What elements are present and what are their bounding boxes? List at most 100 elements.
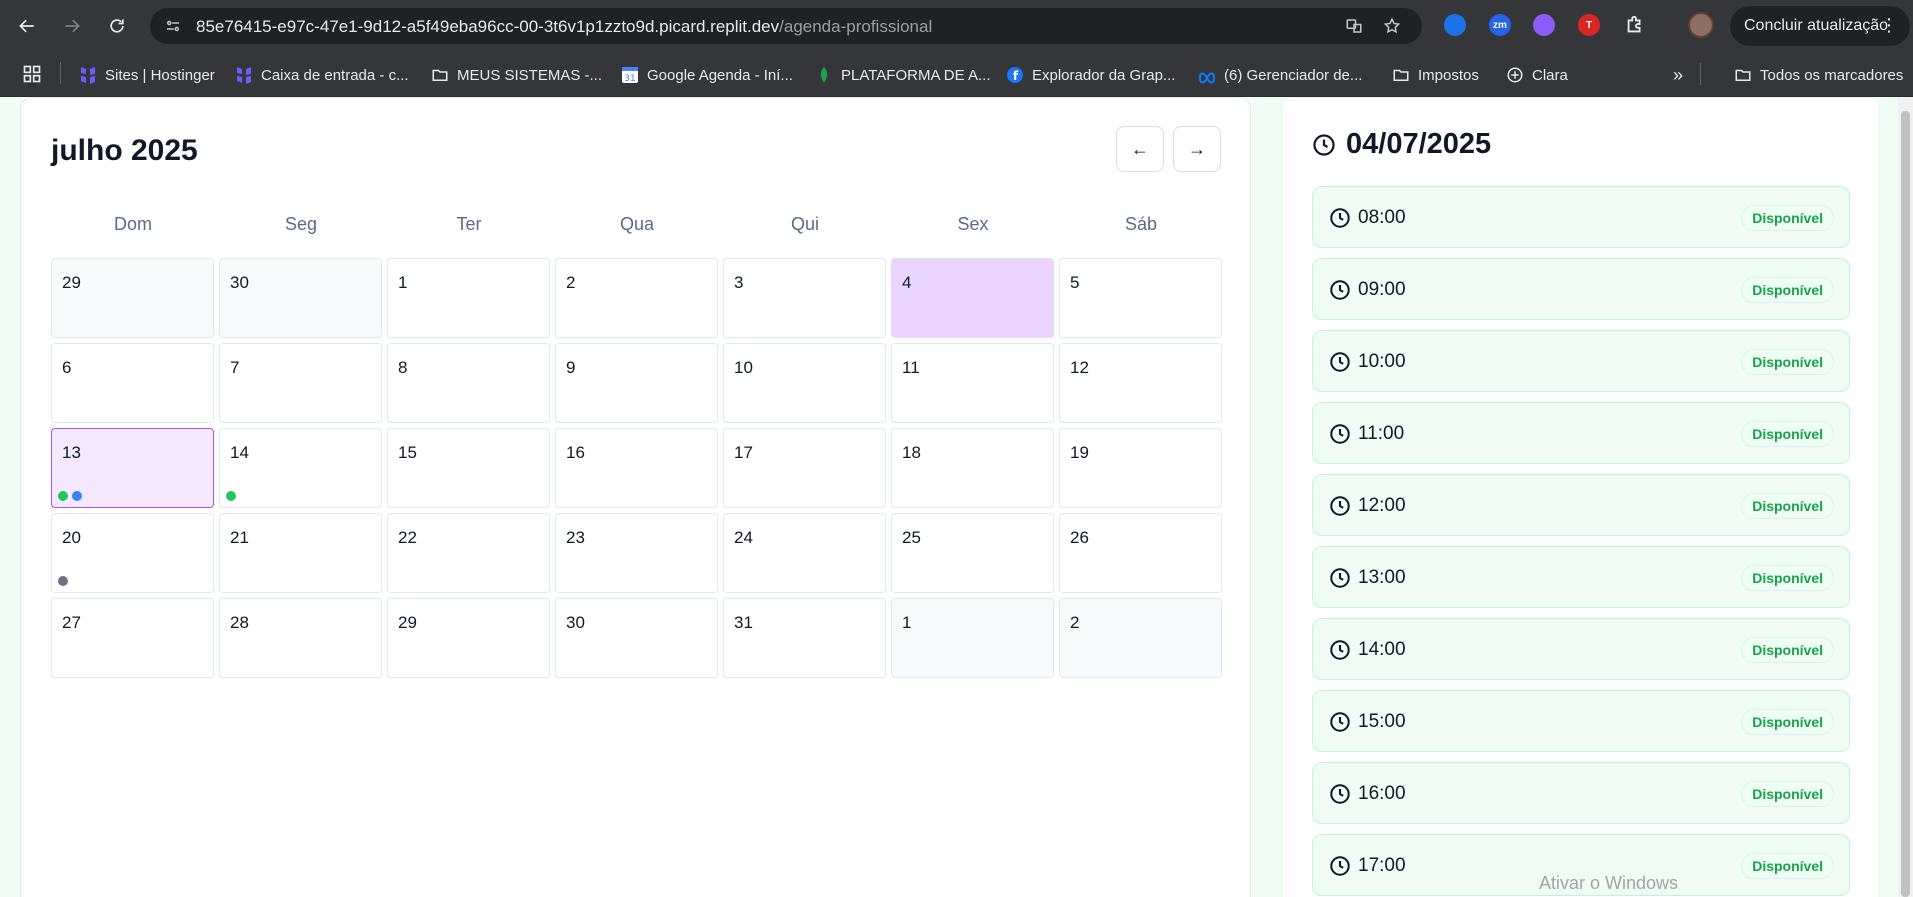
time-slot[interactable]: 08:00 Disponível xyxy=(1312,186,1850,248)
scrollbar-thumb[interactable] xyxy=(1901,111,1910,897)
next-month-button[interactable]: → xyxy=(1173,126,1221,172)
time-slot[interactable]: 09:00 Disponível xyxy=(1312,258,1850,320)
day-cell[interactable]: 28 xyxy=(219,598,382,678)
more-bookmarks-button[interactable]: » xyxy=(1673,63,1683,87)
day-cell[interactable]: 6 xyxy=(51,343,214,423)
bookmark-label: Sites | Hostinger xyxy=(105,66,215,84)
day-cell[interactable]: 9 xyxy=(555,343,718,423)
day-cell[interactable]: 8 xyxy=(387,343,550,423)
bookmark-item[interactable]: Sites | Hostinger xyxy=(79,63,215,87)
bookmark-folder[interactable]: MEUS SISTEMAS -... xyxy=(431,63,602,87)
day-cell[interactable]: 10 xyxy=(723,343,886,423)
slot-time: 12:00 xyxy=(1358,495,1406,516)
bookmark-label: Google Agenda - Iní... xyxy=(647,66,793,84)
bookmark-item[interactable]: Clara xyxy=(1506,63,1568,87)
forward-button[interactable] xyxy=(57,11,87,41)
bookmark-folder[interactable]: Impostos xyxy=(1392,63,1479,87)
event-dots xyxy=(226,491,236,501)
bookmark-item[interactable]: (6) Gerenciador de... xyxy=(1198,63,1362,87)
arrow-right-icon xyxy=(65,19,80,33)
prev-month-button[interactable]: ← xyxy=(1116,126,1164,172)
t-extension-icon[interactable]: T xyxy=(1578,14,1600,36)
day-cell[interactable]: 25 xyxy=(891,513,1054,593)
day-number: 16 xyxy=(566,443,585,462)
reload-button[interactable] xyxy=(102,11,132,41)
slot-time: 17:00 xyxy=(1358,855,1406,876)
day-cell[interactable]: 27 xyxy=(51,598,214,678)
bookmark-item[interactable]: Caixa de entrada - c... xyxy=(235,63,409,87)
apps-grid-icon[interactable] xyxy=(22,64,42,84)
day-cell[interactable]: 1 xyxy=(891,598,1054,678)
address-bar[interactable]: 85e76415-e97c-47e1-9d12-a5f49eba96cc-00-… xyxy=(150,8,1422,44)
availability-badge: Disponível xyxy=(1741,853,1834,879)
meta-icon xyxy=(1198,66,1216,84)
day-number: 5 xyxy=(1070,273,1080,292)
day-cell[interactable]: 26 xyxy=(1059,513,1222,593)
day-number: 7 xyxy=(230,358,240,377)
day-cell[interactable]: 2 xyxy=(1059,598,1222,678)
day-cell[interactable]: 24 xyxy=(723,513,886,593)
bookmark-star-icon[interactable] xyxy=(1383,17,1401,35)
day-cell[interactable]: 2 xyxy=(555,258,718,338)
day-cell[interactable]: 19 xyxy=(1059,428,1222,508)
day-number: 2 xyxy=(1070,613,1080,632)
day-cell[interactable]: 1 xyxy=(387,258,550,338)
back-button[interactable] xyxy=(12,11,42,41)
day-cell[interactable]: 13 xyxy=(51,428,214,508)
folder-icon xyxy=(431,66,449,84)
bookmark-label: Clara xyxy=(1532,66,1568,84)
day-number: 22 xyxy=(398,528,417,547)
time-slot[interactable]: 14:00 Disponível xyxy=(1312,618,1850,680)
day-cell[interactable]: 30 xyxy=(555,598,718,678)
bookmark-item[interactable]: f Explorador da Grap... xyxy=(1006,63,1175,87)
time-slot[interactable]: 15:00 Disponível xyxy=(1312,690,1850,752)
puzzle-extensions-icon[interactable] xyxy=(1624,14,1646,36)
day-cell[interactable]: 12 xyxy=(1059,343,1222,423)
day-cell[interactable]: 20 xyxy=(51,513,214,593)
time-slot[interactable]: 13:00 Disponível xyxy=(1312,546,1850,608)
bookmark-item[interactable]: PLATAFORMA DE A... xyxy=(815,63,990,87)
day-number: 1 xyxy=(398,273,408,292)
translate-icon[interactable] xyxy=(1345,17,1363,35)
clock-icon xyxy=(1329,279,1351,301)
day-cell[interactable]: 7 xyxy=(219,343,382,423)
time-slot[interactable]: 12:00 Disponível xyxy=(1312,474,1850,536)
day-cell[interactable]: 16 xyxy=(555,428,718,508)
clock-icon xyxy=(1329,207,1351,229)
day-cell[interactable]: 17 xyxy=(723,428,886,508)
day-number: 11 xyxy=(902,358,920,377)
day-cell[interactable]: 22 xyxy=(387,513,550,593)
availability-badge: Disponível xyxy=(1741,709,1834,735)
bookmark-item[interactable]: 31 Google Agenda - Iní... xyxy=(621,63,793,87)
day-cell[interactable]: 5 xyxy=(1059,258,1222,338)
day-cell[interactable]: 3 xyxy=(723,258,886,338)
schedule-header: 04/07/2025 xyxy=(1312,128,1491,161)
day-cell[interactable]: 18 xyxy=(891,428,1054,508)
day-cell[interactable]: 11 xyxy=(891,343,1054,423)
day-cell[interactable]: 15 xyxy=(387,428,550,508)
circle-extension-icon[interactable] xyxy=(1444,14,1466,36)
bookmark-label: Caixa de entrada - c... xyxy=(261,66,409,84)
day-cell[interactable]: 29 xyxy=(51,258,214,338)
zoom-extension-icon[interactable]: zm xyxy=(1489,14,1511,36)
day-number: 29 xyxy=(398,613,417,632)
update-button[interactable]: Concluir atualização ⋮ xyxy=(1730,6,1910,46)
day-number: 29 xyxy=(62,273,81,292)
day-cell[interactable]: 29 xyxy=(387,598,550,678)
time-slot[interactable]: 11:00 Disponível xyxy=(1312,402,1850,464)
day-cell[interactable]: 14 xyxy=(219,428,382,508)
weekday-label: Qui xyxy=(790,214,819,234)
day-cell[interactable]: 4 xyxy=(891,258,1054,338)
menu-dots-icon[interactable]: ⋮ xyxy=(1880,15,1898,36)
site-settings-icon[interactable] xyxy=(164,17,182,35)
day-cell[interactable]: 21 xyxy=(219,513,382,593)
day-cell[interactable]: 30 xyxy=(219,258,382,338)
all-bookmarks-folder[interactable]: Todos os marcadores xyxy=(1734,63,1903,87)
day-number: 1 xyxy=(902,613,912,632)
game-extension-icon[interactable] xyxy=(1533,14,1555,36)
day-cell[interactable]: 23 xyxy=(555,513,718,593)
profile-avatar[interactable] xyxy=(1688,12,1714,38)
time-slot[interactable]: 10:00 Disponível xyxy=(1312,330,1850,392)
day-cell[interactable]: 31 xyxy=(723,598,886,678)
time-slot[interactable]: 16:00 Disponível xyxy=(1312,762,1850,824)
